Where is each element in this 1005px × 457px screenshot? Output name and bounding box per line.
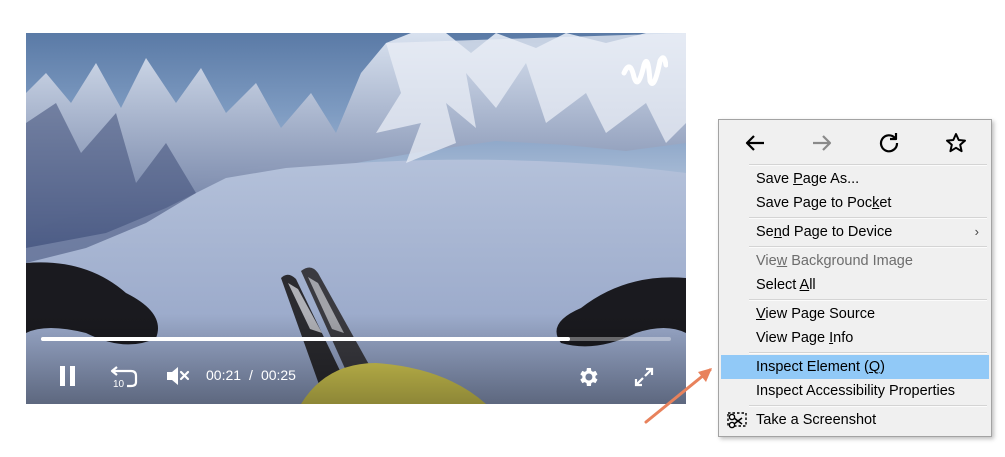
separator <box>749 352 987 354</box>
time-separator: / <box>249 367 253 383</box>
rewind-10-icon: 10 <box>110 366 138 390</box>
pause-icon <box>60 366 75 386</box>
screenshot-scissors-icon <box>727 412 749 438</box>
separator <box>749 164 987 166</box>
back-arrow-icon <box>745 135 764 151</box>
time-display: 00:21 / 00:25 <box>206 366 296 384</box>
menu-item-view-background-image: View Background Image <box>756 253 913 269</box>
menu-item-inspect-accessibility[interactable]: Inspect Accessibility Properties <box>721 379 989 403</box>
volume-muted-icon <box>167 367 190 385</box>
separator <box>749 217 987 219</box>
pause-button[interactable] <box>54 363 82 389</box>
context-menu: Save Page As... Save Page to Pocket Send… <box>718 119 992 437</box>
separator <box>749 246 987 248</box>
separator <box>749 405 987 407</box>
menu-item-send-to-device[interactable]: Send Page to Device › <box>721 220 989 244</box>
mute-button[interactable] <box>164 363 192 389</box>
forward-button[interactable] <box>808 129 836 157</box>
seek-bar[interactable] <box>41 337 671 341</box>
submenu-chevron-icon: › <box>974 224 979 239</box>
rewind-seconds-label: 10 <box>113 379 125 390</box>
menu-item-select-all[interactable]: Select All <box>721 273 989 297</box>
bookmark-button[interactable] <box>942 129 970 157</box>
forward-arrow-icon <box>813 135 832 151</box>
reload-icon <box>879 133 899 153</box>
menu-item-save-to-pocket[interactable]: Save Page to Pocket <box>721 191 989 215</box>
annotation-arrow <box>644 368 712 424</box>
context-menu-nav <box>719 120 991 164</box>
separator <box>749 299 987 301</box>
settings-button[interactable] <box>574 363 602 391</box>
menu-item-view-page-source[interactable]: View Page Source <box>721 302 989 326</box>
duration: 00:25 <box>260 367 296 383</box>
menu-item-save-page-as[interactable]: Save Page As... <box>721 167 989 191</box>
rewind-10-button[interactable]: 10 <box>108 361 140 391</box>
menu-item-take-screenshot[interactable]: Take a Screenshot <box>721 408 989 432</box>
star-icon <box>946 133 966 153</box>
menu-item-view-page-info[interactable]: View Page Info <box>721 326 989 350</box>
gear-icon <box>580 368 598 386</box>
reload-button[interactable] <box>875 129 903 157</box>
current-time: 00:21 <box>206 367 242 383</box>
menu-item-inspect-element[interactable]: Inspect Element (Q) <box>721 355 989 379</box>
video-player[interactable]: 10 00:21 / 00:25 <box>26 33 686 404</box>
brand-logo-icon <box>621 55 668 86</box>
back-button[interactable] <box>741 129 769 157</box>
seek-bar-played <box>41 337 571 341</box>
